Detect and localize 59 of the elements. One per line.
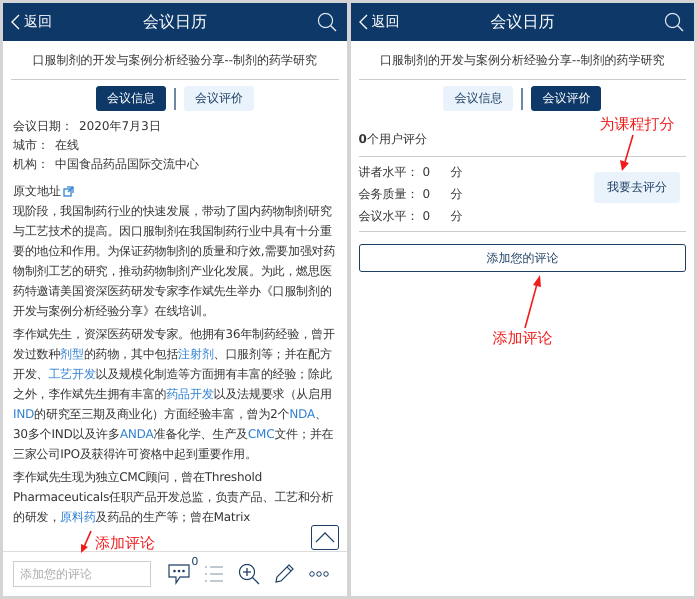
chevron-up-icon (314, 532, 334, 543)
keyword-link[interactable]: ANDA (120, 427, 154, 441)
back-button[interactable]: 返回 (358, 13, 400, 31)
rating-value: 0 (422, 208, 432, 225)
rating-label: 会议水平： (358, 208, 418, 225)
add-comment-button[interactable]: 添加您的评论 (358, 244, 686, 272)
keyword-link[interactable]: IND (13, 407, 34, 421)
meeting-title: 口服制剂的开发与案例分析经验分享--制剂的药学研究 (358, 41, 686, 80)
paragraph: 李作斌先生现为独立CMC顾问，曾在Threshold Pharmaceuticals任职产品开发总监，负责产品、工艺和分析的研发，原料药及药品的生产等；曾在Matrix (13, 469, 334, 526)
rating-unit: 分 (450, 164, 462, 181)
page-title: 会议日历 (142, 12, 207, 32)
paragraph: 李作斌先生，资深医药研发专家。他拥有36年制药经验，曾开发过数种剂型的药物，其中包括注射剂、口服剂等；并在配方开发、工艺开发以及规模化制造等方面拥有丰富的经验；除此之外，李作斌先生拥有丰富的药品开发以及法规要求（从启用 IND的研究至三期及商业化）方面经验丰富，曾为2个NDA、30多个IND以及许多ANDA准备化学、生产及CMC文件；并在三家公司IPO及获得许可资格中起到重要作用。 (13, 326, 336, 463)
rating-label: 讲者水平： (358, 164, 418, 181)
field-label: 城市： (13, 137, 49, 154)
rating-value: 0 (422, 164, 432, 181)
field-value: 中国食品药品国际交流中心 (55, 156, 199, 173)
keyword-link[interactable]: 原料药 (60, 510, 96, 524)
chevron-left-icon (11, 14, 20, 30)
rating-unit: 分 (450, 208, 462, 225)
tab[interactable]: 会议评价 (531, 86, 602, 111)
field-label: 会议日期： (13, 118, 73, 135)
scroll-top-button[interactable] (310, 525, 338, 550)
comment-count: 0 (191, 555, 198, 568)
field-value: 在线 (55, 137, 79, 154)
rate-button[interactable]: 我要去评分 (594, 172, 680, 203)
keyword-link[interactable]: 药品开发 (166, 387, 214, 401)
source-link[interactable]: 原文地址 (13, 182, 61, 201)
tab[interactable]: 会议信息 (443, 86, 514, 111)
keyword-link[interactable]: CMC (248, 427, 274, 441)
page-title: 会议日历 (490, 12, 554, 32)
comment-icon[interactable] (168, 563, 190, 585)
zoom-in-icon[interactable] (238, 563, 260, 585)
keyword-link[interactable]: 工艺开发 (48, 367, 96, 381)
paragraph: 现阶段，我国制药行业的快速发展，带动了国内药物制剂研究与工艺技术的提高。因口服制剂在我国制药行业中具有十分重要的地位和作用。为保证药物制剂的质量和疗效,需要加强对药物制剂工艺的研究，推动药物制剂产业化发展。为此，燃思医药特邀请美国资深医药研发专家李作斌先生举办《口服制剂的开发与案例分析经验分享》在线培训。 (13, 203, 336, 320)
keyword-link[interactable]: 注射剂 (178, 347, 214, 361)
comment-field[interactable]: 添加您的评论 (13, 561, 151, 587)
annotation-arrow (619, 134, 635, 172)
chevron-left-icon (358, 14, 368, 30)
meeting-title: 口服制剂的开发与案例分析经验分享--制剂的药学研究 (11, 41, 338, 80)
annotation-arrow (79, 530, 93, 554)
annotation-arrow (522, 274, 542, 329)
field-value: 2020年7月3日 (79, 118, 161, 135)
tab[interactable]: 会议信息 (96, 86, 166, 111)
keyword-link[interactable]: 剂型 (60, 347, 84, 361)
external-link-icon[interactable] (63, 186, 74, 197)
pencil-icon[interactable] (274, 564, 294, 584)
field-label: 机构： (13, 156, 49, 173)
rating-value: 0 (422, 186, 432, 203)
annotation-text: 添加评论 (95, 534, 155, 553)
back-button[interactable]: 返回 (11, 13, 52, 31)
tab[interactable]: 会议评价 (184, 86, 254, 111)
search-icon[interactable] (316, 12, 336, 32)
more-icon[interactable] (309, 571, 330, 577)
rating-unit: 分 (450, 186, 462, 203)
annotation-text: 为课程打分 (600, 115, 674, 134)
annotation-text: 添加评论 (492, 329, 552, 348)
keyword-link[interactable]: NDA (289, 407, 316, 421)
rating-label: 会务质量： (358, 186, 418, 203)
search-icon[interactable] (664, 12, 684, 32)
